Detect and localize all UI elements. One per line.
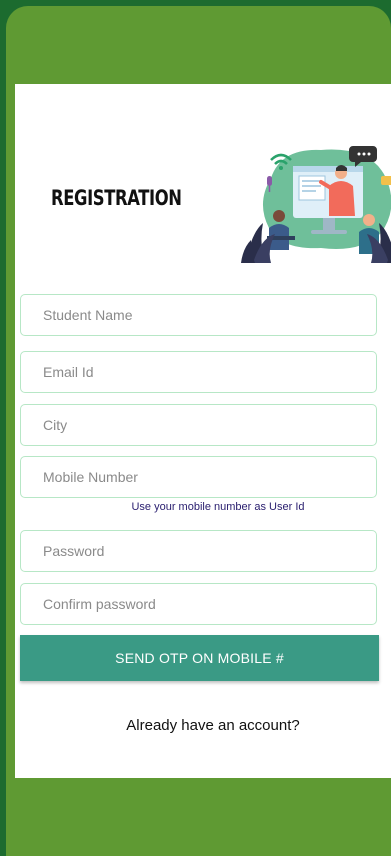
password-field[interactable]: [20, 530, 377, 572]
registration-card: REGISTRATION Student Name Email Id City …: [15, 84, 391, 778]
page-title: REGISTRATION: [51, 186, 182, 210]
send-otp-button[interactable]: SEND OTP ON MOBILE #: [20, 635, 379, 681]
password-input[interactable]: [21, 531, 376, 571]
login-link[interactable]: Already have an account?: [15, 717, 391, 734]
mobile-number-field[interactable]: [20, 456, 377, 498]
phone-frame: REGISTRATION Student Name Email Id City …: [6, 6, 391, 856]
mobile-number-input[interactable]: [21, 457, 376, 497]
email-field[interactable]: [20, 351, 377, 393]
student-name-field[interactable]: [20, 294, 377, 336]
city-input[interactable]: [21, 405, 376, 445]
confirm-password-input[interactable]: [21, 584, 376, 624]
student-name-input[interactable]: [21, 295, 376, 335]
email-input[interactable]: [21, 352, 376, 392]
city-field[interactable]: [20, 404, 377, 446]
online-teaching-illustration: [241, 146, 391, 263]
mobile-hint-text: Use your mobile number as User Id: [131, 501, 305, 513]
confirm-password-field[interactable]: [20, 583, 377, 625]
